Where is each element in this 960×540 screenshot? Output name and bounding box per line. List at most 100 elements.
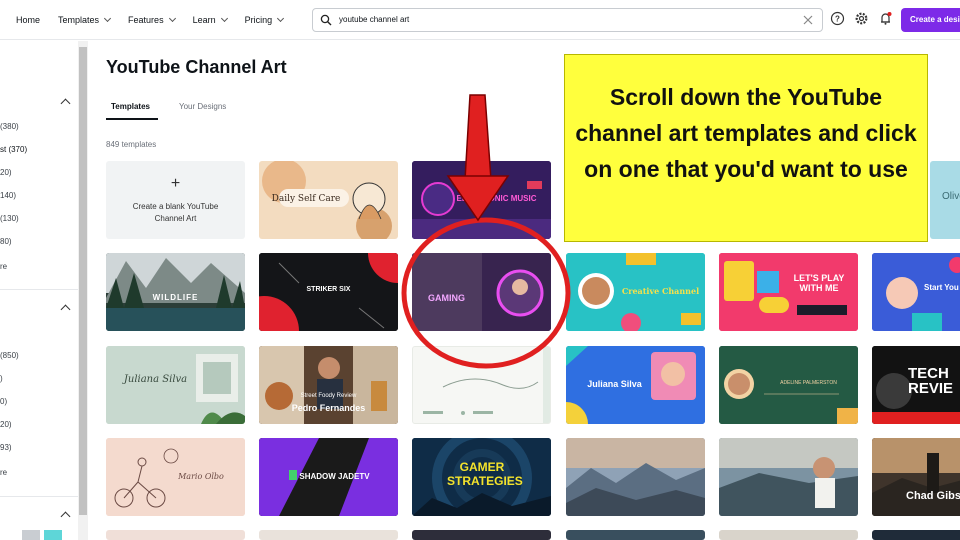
- active-tab-indicator: [106, 118, 158, 120]
- filter-sidebar: (380) st (370) 20) 140) (130) 80) re (85…: [0, 41, 88, 540]
- card-title: SHADOW JADETV: [299, 472, 370, 481]
- callout-text: Scroll down the YouTube channel art temp…: [575, 84, 917, 182]
- instruction-callout: Scroll down the YouTube channel art temp…: [564, 54, 928, 242]
- template-card-shadow-jadetv[interactable]: SHADOW JADETV: [259, 438, 398, 516]
- filter-count[interactable]: (130): [0, 214, 19, 223]
- blank-label-line1: Create a blank YouTube: [132, 202, 219, 211]
- bell-icon[interactable]: [878, 11, 893, 26]
- card-title: Juliana Silva: [123, 374, 188, 385]
- filter-count[interactable]: 0): [0, 397, 7, 406]
- template-thumbnail: [872, 438, 960, 516]
- tab-your-designs[interactable]: Your Designs: [179, 102, 226, 111]
- template-card-chad-gibbs[interactable]: Chad Gibs: [872, 438, 960, 516]
- gear-icon[interactable]: [854, 11, 869, 26]
- card-title: Mario Olbo: [178, 472, 224, 481]
- color-swatch[interactable]: [44, 530, 62, 540]
- template-card-row5[interactable]: [106, 530, 245, 540]
- template-thumbnail: [412, 253, 551, 331]
- divider: [0, 289, 78, 290]
- chevron-up-icon[interactable]: [60, 304, 71, 315]
- search-input[interactable]: youtube channel art: [312, 8, 823, 32]
- filter-count[interactable]: (850): [0, 351, 19, 360]
- template-card-mario-olbo[interactable]: Mario Olbo: [106, 438, 245, 516]
- color-swatch[interactable]: [22, 530, 40, 540]
- card-title: Chad Gibs: [906, 490, 960, 502]
- close-icon[interactable]: [802, 14, 814, 26]
- template-thumbnail: [106, 253, 245, 331]
- svg-text:?: ?: [835, 15, 840, 24]
- nav-features-label: Features: [128, 15, 164, 25]
- create-design-label: Create a design: [910, 15, 960, 24]
- template-card-electronic-music[interactable]: ELECTRONIC MUSIC: [412, 161, 551, 239]
- filter-count[interactable]: 20): [0, 168, 12, 177]
- main-nav: Home Templates Features Learn Pricing: [16, 0, 285, 40]
- divider: [0, 496, 78, 497]
- filter-count[interactable]: 80): [0, 237, 12, 246]
- template-card-gaming[interactable]: GAMING: [412, 253, 551, 331]
- card-title: Juliana Silva: [587, 379, 642, 389]
- template-card-start-your[interactable]: Start You: [872, 253, 960, 331]
- template-card-minimal[interactable]: [412, 346, 551, 424]
- template-card-row5[interactable]: [259, 530, 398, 540]
- template-card-juliana-script[interactable]: Juliana Silva: [106, 346, 245, 424]
- template-card-street-foody[interactable]: Street Foody Review Pedro Fernandes: [259, 346, 398, 424]
- filter-count[interactable]: 140): [0, 191, 16, 200]
- help-icon[interactable]: ?: [830, 11, 845, 26]
- filter-count[interactable]: st (370): [0, 145, 27, 154]
- card-title: STRIKER SIX: [306, 286, 351, 293]
- nav-learn[interactable]: Learn: [192, 14, 228, 25]
- card-title: WILDLIFE: [152, 293, 199, 302]
- page-title: YouTube Channel Art: [106, 57, 287, 77]
- top-navigation-bar: Home Templates Features Learn Pricing yo…: [0, 0, 960, 40]
- nav-templates[interactable]: Templates: [58, 14, 112, 25]
- card-title: TECH REVIE: [908, 365, 954, 397]
- card-title: GAMER STRATEGIES: [447, 460, 523, 488]
- chevron-down-icon: [104, 14, 112, 23]
- template-card-tech-review[interactable]: TECH REVIE: [872, 346, 960, 424]
- chevron-down-icon: [220, 14, 228, 23]
- template-card-travel[interactable]: [719, 438, 858, 516]
- see-more-link[interactable]: re: [0, 262, 7, 271]
- plus-icon: +: [170, 175, 181, 192]
- see-more-link[interactable]: re: [0, 468, 7, 477]
- nav-pricing-label: Pricing: [244, 15, 273, 25]
- nav-learn-label: Learn: [192, 15, 216, 25]
- card-title: GAMING: [428, 293, 465, 303]
- template-thumbnail: [423, 347, 550, 423]
- filter-count[interactable]: 20): [0, 420, 12, 429]
- template-card-mountains[interactable]: [566, 438, 705, 516]
- template-card-row5[interactable]: [566, 530, 705, 540]
- create-blank-card[interactable]: + Create a blank YouTube Channel Art: [106, 161, 245, 239]
- create-design-button[interactable]: Create a design: [901, 8, 960, 32]
- filter-count[interactable]: 93): [0, 443, 12, 452]
- template-card-gamer-strategies[interactable]: GAMER STRATEGIES: [412, 438, 551, 516]
- card-title: ELECTRONIC MUSIC: [456, 194, 537, 203]
- template-card-row5[interactable]: [412, 530, 551, 540]
- nav-pricing[interactable]: Pricing: [244, 14, 285, 25]
- filter-count[interactable]: ): [0, 374, 3, 383]
- template-card-olive[interactable]: Olive: [930, 161, 960, 239]
- search-value: youtube channel art: [339, 15, 410, 24]
- chevron-up-icon[interactable]: [60, 98, 71, 109]
- template-card-row5[interactable]: [872, 530, 960, 540]
- template-thumbnail: [872, 253, 960, 331]
- chevron-up-icon[interactable]: [60, 511, 71, 522]
- card-title: Start You: [924, 283, 959, 292]
- template-card-striker-six[interactable]: STRIKER SIX: [259, 253, 398, 331]
- template-card-wildlife[interactable]: WILDLIFE: [106, 253, 245, 331]
- card-title: LET'S PLAY WITH ME: [793, 273, 845, 293]
- nav-features[interactable]: Features: [128, 14, 176, 25]
- template-card-lets-play[interactable]: LET'S PLAY WITH ME: [719, 253, 858, 331]
- card-title: Creative Channel: [621, 286, 700, 296]
- nav-home[interactable]: Home: [16, 15, 40, 25]
- template-card-adeline[interactable]: ADELINE PALMERSTON: [719, 346, 858, 424]
- template-card-juliana-silva[interactable]: Juliana Silva: [566, 346, 705, 424]
- tab-templates[interactable]: Templates: [111, 102, 150, 111]
- scrollbar-thumb[interactable]: [79, 47, 87, 515]
- template-card-daily-self-care[interactable]: Daily Self Care: [259, 161, 398, 239]
- template-card-row5[interactable]: [719, 530, 858, 540]
- sidebar-scrollbar[interactable]: [78, 41, 88, 540]
- template-card-creative-channel[interactable]: Creative Channel: [566, 253, 705, 331]
- filter-count[interactable]: (380): [0, 122, 19, 131]
- card-title: Olive: [942, 191, 960, 202]
